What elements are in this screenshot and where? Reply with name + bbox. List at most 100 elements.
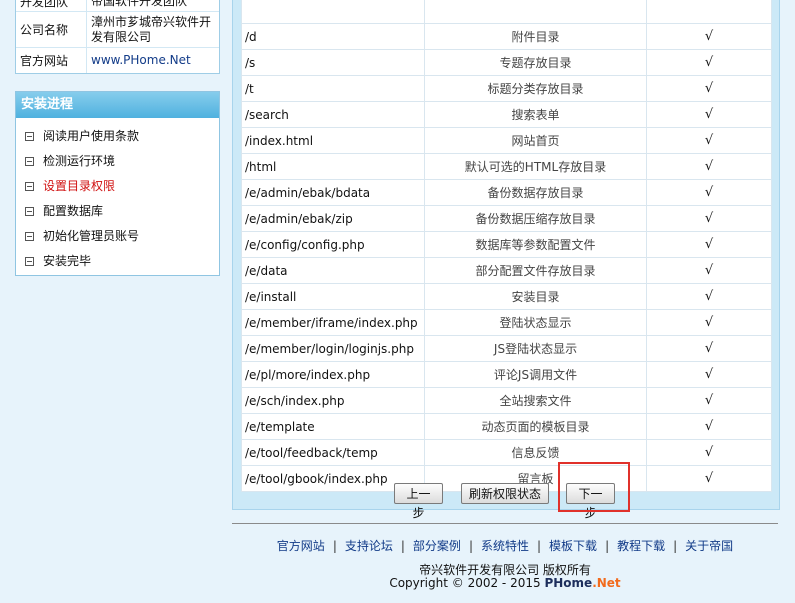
collapse-box-icon (25, 207, 34, 216)
footer-link[interactable]: 部分案例 (413, 539, 461, 553)
permission-description: 搜索表单 (424, 101, 647, 128)
brand-name: PHome (544, 576, 593, 590)
permission-status-check: √ (646, 439, 772, 466)
permission-description: 部分配置文件存放目录 (424, 257, 647, 284)
permission-description: 备份数据存放目录 (424, 179, 647, 206)
permission-row: /e/tool/feedback/temp 信息反馈 √ (241, 439, 772, 466)
permission-row: /e/member/iframe/index.php 登陆状态显示 √ (241, 309, 772, 336)
permission-status-check: √ (646, 309, 772, 336)
collapse-box-icon (25, 132, 34, 141)
permission-status-check: √ (646, 257, 772, 284)
developer-label: 开发团队 (16, 0, 87, 11)
footer-link[interactable]: 系统特性 (481, 539, 529, 553)
footer-link[interactable]: 支持论坛 (345, 539, 393, 553)
permission-description: 网站首页 (424, 127, 647, 154)
permission-row: /e/member/login/loginjs.php JS登陆状态显示 √ (241, 335, 772, 362)
collapse-box-icon (25, 157, 34, 166)
footer-separator: | (332, 539, 337, 553)
permission-path (241, 0, 425, 24)
permission-path: /index.html (241, 127, 425, 154)
permission-status-check: √ (646, 23, 772, 50)
prev-step-button[interactable]: 上一步 (394, 483, 443, 520)
install-step-label: 阅读用户使用条款 (43, 129, 140, 143)
footer-link[interactable]: 官方网站 (277, 539, 325, 553)
footer-separator: | (537, 539, 542, 553)
website-label: 官方网站 (16, 48, 87, 73)
permission-path: /e/member/login/loginjs.php (241, 335, 425, 362)
permission-row: /e/admin/ebak/bdata 备份数据存放目录 √ (241, 179, 772, 206)
install-step-label: 设置目录权限 (43, 179, 116, 193)
permission-path: /e/config/config.php (241, 231, 425, 258)
collapse-box-icon (25, 257, 34, 266)
permission-description: 标题分类存放目录 (424, 75, 647, 102)
button-row: 上一步 刷新权限状态 下一步 (233, 483, 779, 520)
footer-link[interactable]: 教程下载 (617, 539, 665, 553)
copyright-text: Copyright © 2002 - 2015 (389, 576, 541, 590)
permission-status-check: √ (646, 75, 772, 102)
permission-path: /e/admin/ebak/zip (241, 205, 425, 232)
footer-link[interactable]: 模板下载 (549, 539, 597, 553)
footer-link[interactable]: 关于帝国 (685, 539, 733, 553)
permission-path: /t (241, 75, 425, 102)
install-step-label: 安装完毕 (43, 254, 92, 268)
permission-row: /e/admin/ebak/zip 备份数据压缩存放目录 √ (241, 205, 772, 232)
info-row-developer: 开发团队 帝国软件开发团队 (16, 0, 219, 11)
next-step-button[interactable]: 下一步 (566, 483, 615, 520)
permission-status-check: √ (646, 361, 772, 388)
footer-copyright: Copyright © 2002 - 2015 PHome.Net (232, 576, 778, 590)
permission-path: /html (241, 153, 425, 180)
collapse-box-icon (25, 182, 34, 191)
install-step-label: 初始化管理员账号 (43, 229, 140, 243)
developer-value: 帝国软件开发团队 (91, 0, 188, 8)
permission-row: /e/data 部分配置文件存放目录 √ (241, 257, 772, 284)
permission-status-check (646, 0, 772, 24)
permission-path: /e/install (241, 283, 425, 310)
permission-path: /e/data (241, 257, 425, 284)
install-progress-title: 安装进程 (16, 92, 219, 118)
permission-status-check: √ (646, 127, 772, 154)
permission-path: /e/template (241, 413, 425, 440)
collapse-box-icon (25, 232, 34, 241)
install-step-item: 安装完毕 (25, 249, 219, 274)
footer-links: 官方网站 | 支持论坛 | 部分案例 | 系统特性 | 模板下载 | 教程下载 | 关于帝国 (232, 537, 778, 554)
permission-row: /e/template 动态页面的模板目录 √ (241, 413, 772, 440)
permission-status-check: √ (646, 335, 772, 362)
permission-table: /d 附件目录 √/s 专题存放目录 √/t 标题分类存放目录 √/search 搜索表单 √ /… (241, 0, 772, 492)
refresh-permissions-button[interactable]: 刷新权限状态 (461, 483, 549, 504)
permission-description: 默认可选的HTML存放目录 (424, 153, 647, 180)
permission-description: 评论JS调用文件 (424, 361, 647, 388)
install-progress-box: 安装进程 阅读用户使用条款检测运行环境设置目录权限 配置数据库初始化管理员账号 安装… (15, 91, 220, 276)
permission-description: 信息反馈 (424, 439, 647, 466)
permission-row: /search 搜索表单 √ (241, 101, 772, 128)
info-row-company: 公司名称 漳州市芗城帝兴软件开发有限公司 (16, 11, 219, 47)
permission-status-check: √ (646, 205, 772, 232)
permission-status-check: √ (646, 153, 772, 180)
website-link[interactable]: www.PHome.Net (87, 51, 219, 70)
permission-description: 数据库等参数配置文件 (424, 231, 647, 258)
permission-row: /e/pl/more/index.php 评论JS调用文件 √ (241, 361, 772, 388)
permission-path: /e/member/iframe/index.php (241, 309, 425, 336)
permission-description: 附件目录 (424, 23, 647, 50)
permission-status-check: √ (646, 179, 772, 206)
install-step-item: 检测运行环境 (25, 149, 219, 174)
permission-description: 登陆状态显示 (424, 309, 647, 336)
info-row-website: 官方网站 www.PHome.Net (16, 47, 219, 73)
permission-row: /d 附件目录 √ (241, 23, 772, 50)
permission-status-check: √ (646, 231, 772, 258)
permission-status-check: √ (646, 387, 772, 414)
permission-row: /index.html 网站首页 √ (241, 127, 772, 154)
permission-description: 专题存放目录 (424, 49, 647, 76)
install-step-list: 阅读用户使用条款检测运行环境设置目录权限 配置数据库初始化管理员账号 安装完毕 (16, 118, 219, 274)
footer-separator: | (468, 539, 473, 553)
permission-path: /search (241, 101, 425, 128)
footer-separator: | (673, 539, 678, 553)
permission-row: /s 专题存放目录 √ (241, 49, 772, 76)
permission-row: /html 默认可选的HTML存放目录 √ (241, 153, 772, 180)
permission-status-check: √ (646, 283, 772, 310)
permission-status-check: √ (646, 413, 772, 440)
permission-status-check: √ (646, 101, 772, 128)
install-step-label: 配置数据库 (43, 204, 104, 218)
install-step-item: 初始化管理员账号 (25, 224, 219, 249)
footer-separator: | (400, 539, 405, 553)
install-step-item: 阅读用户使用条款 (25, 124, 219, 149)
